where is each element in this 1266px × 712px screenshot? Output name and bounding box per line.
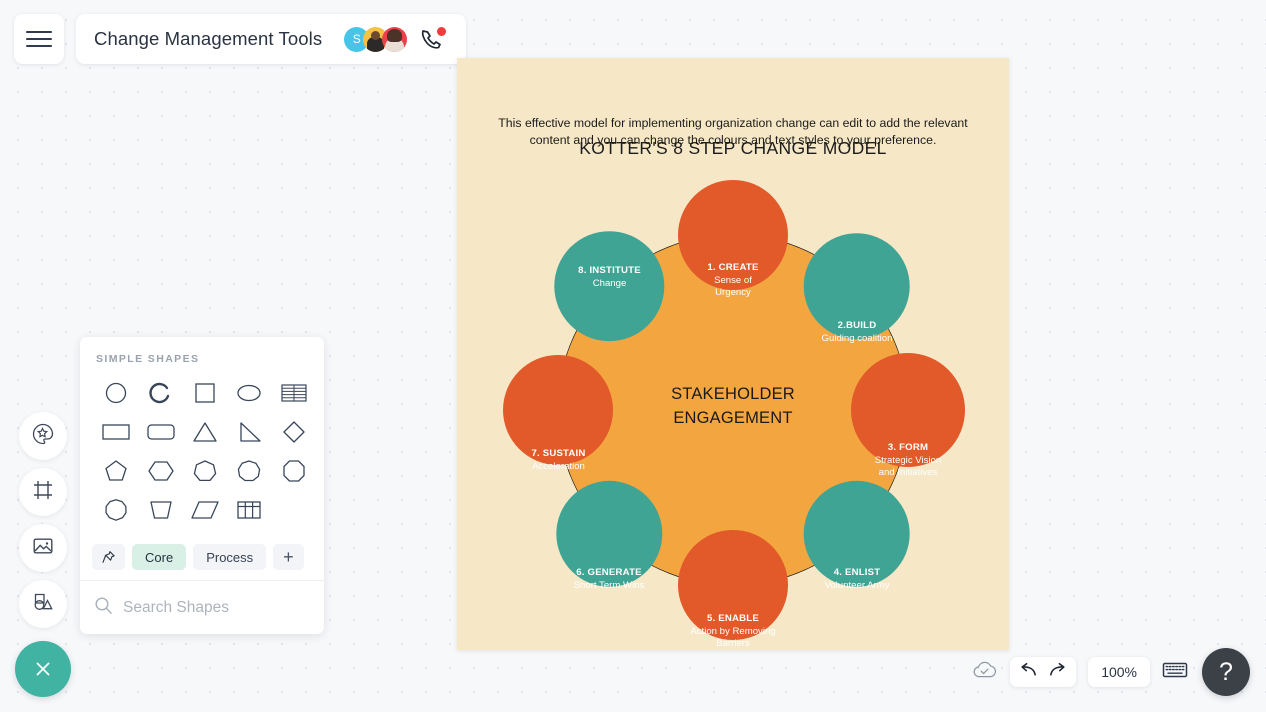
undo-icon[interactable] [1019,662,1038,683]
process-tab[interactable]: Process [193,544,267,570]
keyboard-icon[interactable] [1162,660,1188,684]
search-row [80,580,324,634]
collaborator-avatars: S [344,26,408,52]
shape-circle[interactable] [99,377,133,409]
shape-right-triangle[interactable] [232,416,266,448]
node-circle-5 [678,530,788,640]
shape-octagon[interactable] [277,455,311,487]
help-button[interactable]: ? [1202,648,1250,696]
shape-square[interactable] [188,377,222,409]
shape-grid-filler [277,494,311,526]
page-title: Change Management Tools [94,28,323,49]
close-icon [36,662,50,676]
image-icon [31,534,55,563]
node-circle-8 [554,231,665,342]
hamburger-icon [26,26,52,52]
theme-icon [31,422,55,451]
avatar-initial: S [352,32,361,46]
bottom-toolbar: 100% ? [971,648,1250,696]
shapes-icon [31,590,55,619]
shapes-section-title: SIMPLE SHAPES [96,353,200,365]
pin-tab[interactable] [92,544,125,570]
cloud-check-icon[interactable] [971,659,998,685]
shape-rounded-rectangle[interactable] [144,416,178,448]
menu-button[interactable] [14,14,64,64]
shape-trapezoid[interactable] [144,494,178,526]
node-circle-7 [503,355,613,465]
search-input[interactable] [123,598,323,617]
close-panel-button[interactable] [15,641,71,697]
shape-pentagon[interactable] [99,455,133,487]
undo-redo-group [1010,657,1077,687]
node-circle-2 [803,233,910,340]
avatar[interactable] [382,26,408,52]
add-tab-button[interactable]: + [273,544,304,570]
shape-nonagon[interactable] [232,455,266,487]
shapes-icon-button[interactable] [19,580,67,628]
shape-triangle[interactable] [188,416,222,448]
shape-table-rows[interactable] [277,377,311,409]
frame-icon-button[interactable] [19,468,67,516]
shape-grid-table[interactable] [232,494,266,526]
search-icon [94,596,113,620]
shape-arc[interactable] [144,377,178,409]
shape-decagon[interactable] [99,494,133,526]
pin-icon [102,550,115,563]
canvas-artboard[interactable]: KOTTER'S 8 STEP CHANGE MODEL This effect… [457,58,1009,650]
phone-icon[interactable] [419,27,447,51]
node-circle-6 [556,480,663,587]
zoom-level[interactable]: 100% [1088,657,1150,687]
frame-icon [31,478,55,507]
node-circle-1 [678,180,788,290]
redo-icon[interactable] [1048,662,1067,683]
kotter-wheel-diagram[interactable] [457,58,1009,650]
shape-parallelogram[interactable] [188,494,222,526]
shapes-panel: SIMPLE SHAPES Core Process + [80,337,324,634]
document-title-bar: Change Management Tools S [76,14,466,64]
shape-library-tabs: Core Process + [80,538,324,580]
shape-heptagon[interactable] [188,455,222,487]
shape-diamond[interactable] [277,416,311,448]
tool-rail [19,412,67,636]
shape-rectangle[interactable] [99,416,133,448]
shapes-grid [80,373,324,538]
theme-icon-button[interactable] [19,412,67,460]
node-circle-4 [803,480,910,587]
shape-hexagon[interactable] [144,455,178,487]
core-tab[interactable]: Core [132,544,187,570]
image-icon-button[interactable] [19,524,67,572]
shape-ellipse[interactable] [232,377,266,409]
node-circle-3 [851,353,965,467]
